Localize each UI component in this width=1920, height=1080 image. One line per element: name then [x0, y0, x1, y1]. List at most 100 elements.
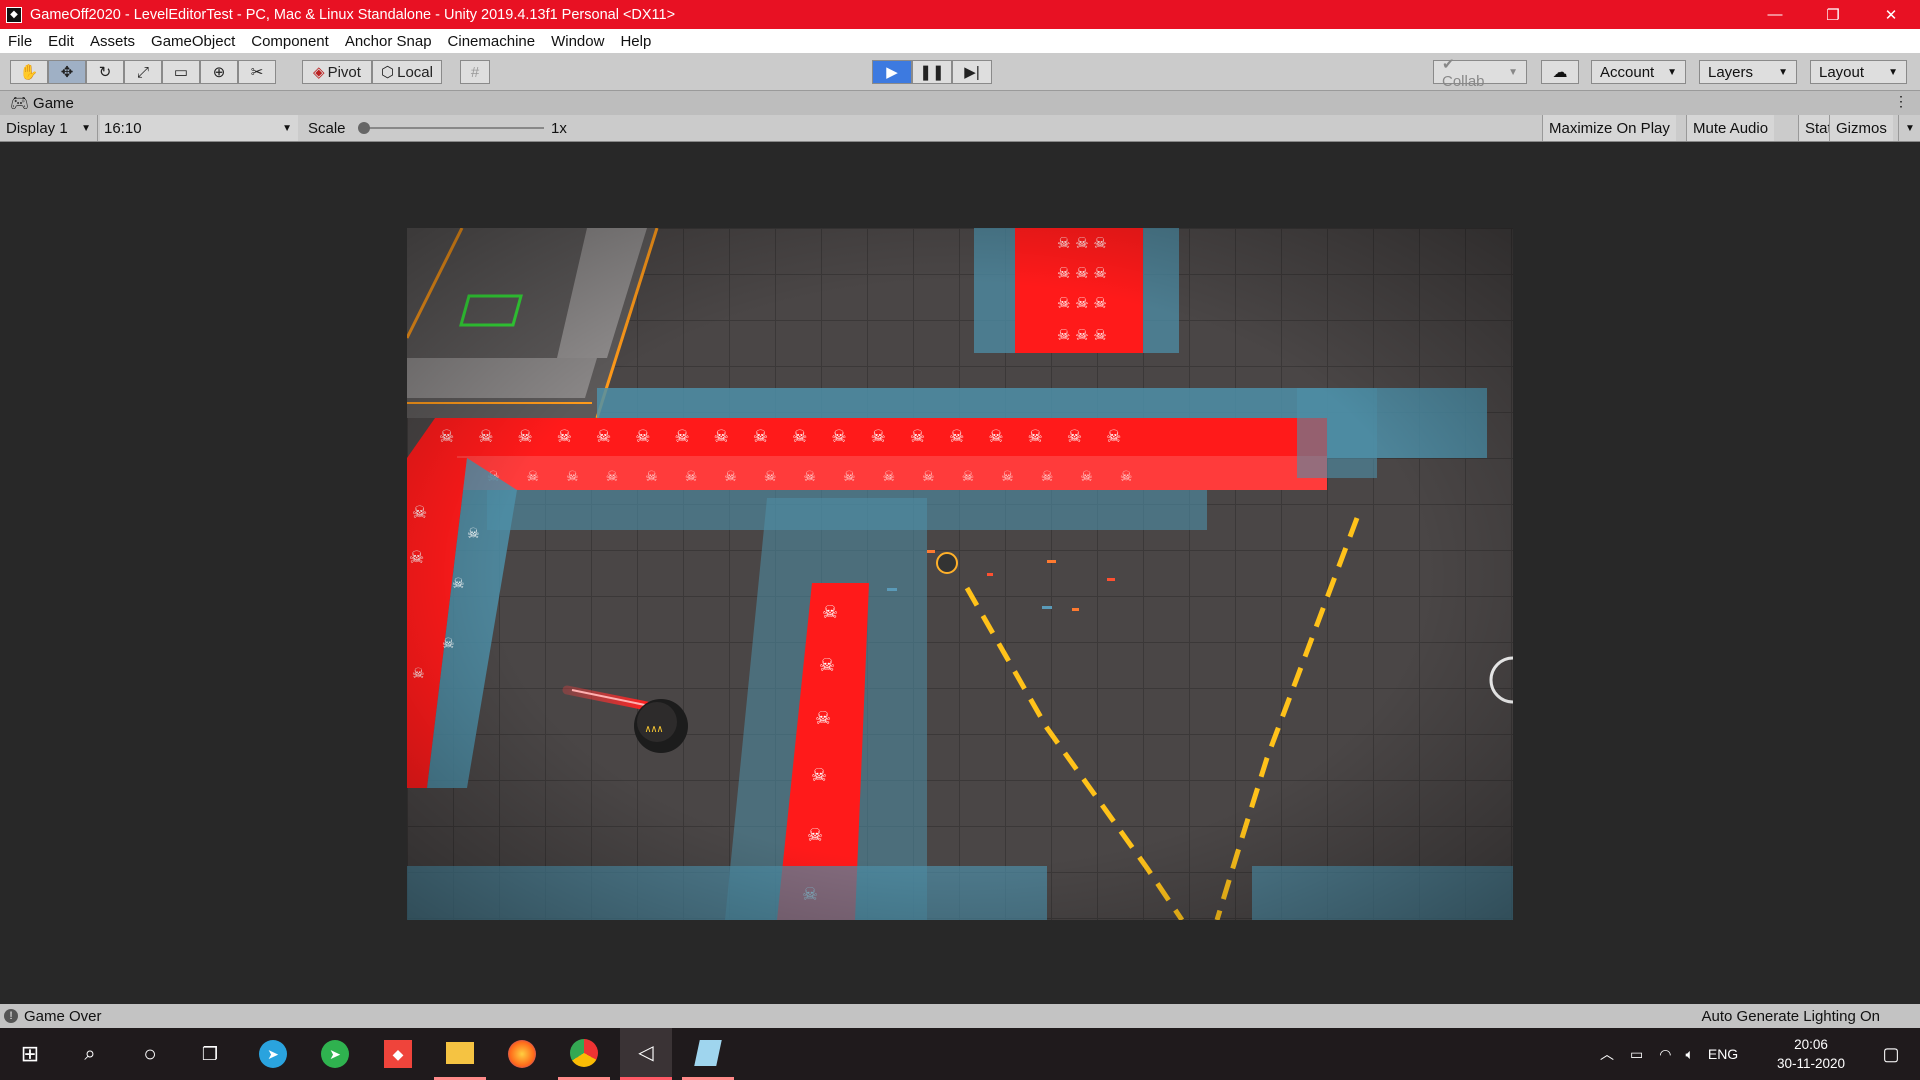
cortana-button[interactable]: ○ — [124, 1028, 176, 1080]
chevron-down-icon: ▼ — [1508, 66, 1518, 78]
scale-slider[interactable] — [358, 115, 544, 141]
menu-component[interactable]: Component — [243, 33, 337, 50]
taskbar-airdroid[interactable]: ➤ — [309, 1028, 361, 1080]
menu-gameobject[interactable]: GameObject — [143, 33, 243, 50]
scale-label: Scale — [308, 119, 346, 137]
menu-edit[interactable]: Edit — [40, 33, 82, 50]
cloud-button[interactable]: ☁ — [1541, 60, 1579, 84]
start-button[interactable]: ⊞ — [4, 1028, 56, 1080]
rect-icon: ▭ — [173, 64, 189, 81]
volume-icon[interactable]: 🔈︎ — [1685, 1046, 1693, 1063]
gizmos-dropdown[interactable]: ▼ — [1898, 115, 1920, 141]
window-title: GameOff2020 - LevelEditorTest - PC, Mac … — [30, 6, 676, 23]
custom-tool-button[interactable]: ✂ — [238, 60, 276, 84]
account-dropdown[interactable]: Account ▼ — [1591, 60, 1686, 84]
cortana-icon: ○ — [143, 1041, 157, 1066]
language-indicator[interactable]: ENG — [1708, 1046, 1738, 1062]
scale-slider-track — [362, 127, 544, 129]
clock[interactable]: 20:06 30-11-2020 — [1766, 1028, 1856, 1080]
taskbar-firefox[interactable] — [496, 1028, 548, 1080]
pivot-group: ◈ Pivot ⬡ Local — [302, 60, 442, 84]
hand-icon: ✋ — [19, 64, 39, 81]
chevron-down-icon: ▼ — [1905, 122, 1915, 134]
taskbar-unity[interactable]: ◁ — [620, 1028, 672, 1080]
clock-date: 30-11-2020 — [1776, 1056, 1846, 1071]
transform-icon: ⊕ — [212, 64, 226, 81]
hand-tool-button[interactable]: ✋ — [10, 60, 48, 84]
menu-cinemachine[interactable]: Cinemachine — [440, 33, 544, 50]
play-button[interactable]: ▶ — [872, 60, 912, 84]
chevron-up-icon[interactable]: ︿ — [1600, 1044, 1614, 1064]
firefox-icon — [508, 1040, 536, 1068]
menu-window[interactable]: Window — [543, 33, 612, 50]
taskbar-chrome[interactable] — [558, 1028, 610, 1080]
display-dropdown[interactable]: Display 1 ▼ — [0, 115, 98, 141]
pause-icon: ❚❚ — [919, 64, 945, 81]
notification-button[interactable]: ▢ — [1866, 1028, 1916, 1080]
console-message[interactable]: Game Over — [24, 1008, 102, 1025]
battery-icon[interactable]: ▭ — [1630, 1046, 1643, 1063]
rotate-tool-button[interactable]: ↻ — [86, 60, 124, 84]
grid-snap-button[interactable]: # — [460, 60, 490, 84]
warning-icon: ! — [4, 1009, 18, 1023]
transform-tool-button[interactable]: ⊕ — [200, 60, 238, 84]
tab-game-label: Game — [33, 94, 74, 112]
unity-logo-icon: ◆ — [6, 6, 22, 23]
file-explorer-icon — [446, 1041, 474, 1064]
close-button[interactable]: ✕ — [1862, 0, 1920, 29]
move-tool-button[interactable]: ✥ — [48, 60, 86, 84]
check-icon: ✔ — [1442, 55, 1455, 73]
restore-button[interactable]: ❐ — [1804, 0, 1862, 29]
menu-assets[interactable]: Assets — [82, 33, 143, 50]
telegram-icon: ➤ — [259, 1040, 287, 1068]
minimize-button[interactable]: — — [1746, 0, 1804, 29]
step-button[interactable]: ▶| — [952, 60, 992, 84]
menu-help[interactable]: Help — [612, 33, 659, 50]
cloud-icon: ☁ — [1552, 64, 1568, 81]
rect-tool-button[interactable]: ▭ — [162, 60, 200, 84]
game-render[interactable]: ☠ ☠ ☠ ☠ ☠ ☠ ☠ ☠ ☠ ☠ ☠ ☠ ☠☠☠☠☠☠☠☠☠☠☠☠☠☠☠☠… — [407, 228, 1513, 920]
mute-audio-toggle[interactable]: Mute Audio — [1686, 115, 1775, 141]
pause-button[interactable]: ❚❚ — [912, 60, 952, 84]
play-icon: ▶ — [886, 64, 898, 81]
pivot-button[interactable]: ◈ Pivot — [302, 60, 372, 84]
scale-icon: ⤢ — [136, 63, 149, 81]
account-label: Account — [1600, 63, 1655, 81]
window-controls: — ❐ ✕ — [1746, 0, 1920, 29]
scale-tool-button[interactable]: ⤢ — [124, 60, 162, 84]
local-button[interactable]: ⬡ Local — [372, 60, 442, 84]
aspect-label: 16:10 — [104, 119, 142, 137]
taskbar-file-explorer[interactable] — [434, 1028, 486, 1080]
taskbar-notepad[interactable] — [682, 1028, 734, 1080]
taskbar-telegram[interactable]: ➤ — [247, 1028, 299, 1080]
pivot-icon: ◈ — [313, 64, 325, 81]
aspect-dropdown[interactable]: 16:10 ▼ — [100, 115, 298, 141]
chevron-down-icon: ▼ — [1888, 66, 1898, 78]
layers-dropdown[interactable]: Layers ▼ — [1699, 60, 1797, 84]
scale-value: 1x — [551, 119, 567, 137]
airdroid-icon: ➤ — [321, 1040, 349, 1068]
scale-slider-thumb[interactable] — [358, 122, 370, 134]
grid-icon: # — [470, 63, 480, 81]
task-view-button[interactable]: ❐ — [184, 1028, 236, 1080]
search-button[interactable]: ⌕ — [64, 1028, 116, 1080]
tab-menu-icon[interactable]: ⋮ — [1894, 93, 1908, 110]
taskbar-anydesk[interactable]: ◆ — [372, 1028, 424, 1080]
collab-label: ✔ Collab — [1442, 55, 1485, 90]
rotate-icon: ↻ — [98, 64, 112, 81]
tab-game[interactable]: 🎮︎ Game — [0, 94, 74, 113]
step-icon: ▶| — [964, 64, 980, 81]
menu-file[interactable]: File — [0, 33, 40, 50]
gizmos-toggle[interactable]: Gizmos — [1829, 115, 1893, 141]
local-icon: ⬡ — [381, 64, 395, 81]
snap-group: # — [460, 60, 490, 84]
wifi-icon[interactable]: ◠ — [1659, 1046, 1671, 1063]
menu-anchor-snap[interactable]: Anchor Snap — [337, 33, 440, 50]
game-tab-bar: 🎮︎ Game ⋮ — [0, 91, 1920, 115]
chevron-down-icon: ▼ — [81, 122, 91, 134]
custom-tool-icon: ✂ — [250, 64, 264, 81]
gamepad-icon: 🎮︎ — [10, 95, 30, 112]
layout-dropdown[interactable]: Layout ▼ — [1810, 60, 1907, 84]
maximize-on-play-toggle[interactable]: Maximize On Play — [1542, 115, 1676, 141]
collab-dropdown[interactable]: ✔ Collab ▼ — [1433, 56, 1527, 90]
